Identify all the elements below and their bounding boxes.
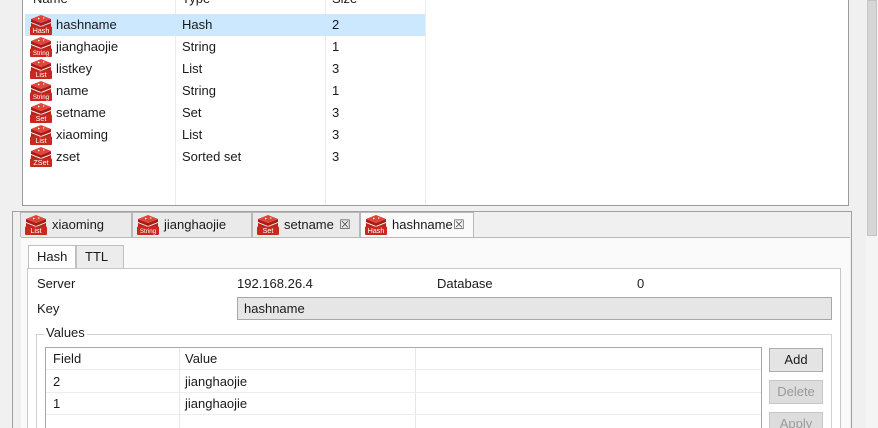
key-list-table: Name Type Size Hash hashname Hash 2 String ji… (22, 0, 849, 206)
editor-tab-label: hashname (392, 217, 453, 232)
delete-button[interactable]: Delete (769, 380, 823, 404)
svg-text:String: String (140, 228, 157, 235)
key-name: hashname (56, 17, 117, 32)
redis-hash-icon: Hash (364, 214, 388, 236)
key-size: 3 (332, 127, 340, 142)
redis-list-icon: List (24, 214, 48, 236)
values-group-label: Values (44, 325, 87, 340)
editor-tab-xiaoming[interactable]: List xiaoming (20, 212, 132, 237)
tab-ttl[interactable]: TTL (76, 245, 124, 269)
redis-string-icon: String (29, 36, 53, 58)
redis-list-icon: List (29, 58, 53, 80)
key-type: Set (182, 105, 202, 120)
column-header-name[interactable]: Name (33, 0, 68, 9)
svg-text:String: String (33, 94, 50, 101)
key-name: name (56, 83, 89, 98)
values-table-row[interactable]: 2 jianghaojie (46, 371, 761, 393)
column-header-field[interactable]: Field (53, 351, 81, 367)
key-name: listkey (56, 61, 93, 76)
close-tab-icon[interactable]: ☒ (339, 217, 351, 233)
values-table: Field Value 2 jianghaojie 1 jianghaojie (45, 347, 762, 428)
redis-hash-icon: Hash (29, 14, 53, 36)
svg-text:Hash: Hash (368, 226, 385, 235)
key-list-row[interactable]: String jianghaojie String 1 (25, 36, 425, 58)
column-header-value[interactable]: Value (185, 351, 217, 367)
key-name: setname (56, 105, 106, 120)
key-name-field[interactable]: hashname (237, 297, 832, 320)
value-cell: jianghaojie (185, 374, 248, 389)
key-name: xiaoming (56, 127, 109, 142)
redis-zset-icon: ZSet (29, 146, 53, 168)
svg-text:Set: Set (36, 114, 47, 123)
redis-string-icon: String (29, 80, 53, 102)
editor-tab-hashname[interactable]: Hash hashname ☒ (360, 212, 474, 238)
key-size: 1 (332, 83, 340, 98)
key-name: zset (56, 149, 80, 164)
key-list-row[interactable]: Set setname Set 3 (25, 102, 425, 124)
key-list-row[interactable]: List listkey List 3 (25, 58, 425, 80)
key-name: jianghaojie (56, 39, 119, 54)
key-size: 3 (332, 105, 340, 120)
database-label: Database (437, 276, 493, 291)
key-label: Key (37, 301, 60, 316)
add-button[interactable]: Add (769, 348, 823, 372)
svg-text:Set: Set (263, 226, 274, 235)
editor-tab-jianghaojie[interactable]: String jianghaojie (132, 212, 252, 237)
values-table-header: Field Value (46, 348, 761, 370)
key-type: Sorted set (182, 149, 242, 164)
editor-tab-label: xiaoming (52, 217, 105, 232)
key-type: Hash (182, 17, 213, 32)
value-cell: jianghaojie (185, 396, 248, 411)
key-list-row[interactable]: ZSet zset Sorted set 3 (25, 146, 425, 168)
editor-tab-setname[interactable]: Set setname ☒ (252, 212, 360, 237)
svg-text:List: List (35, 136, 46, 145)
key-size: 1 (332, 39, 340, 54)
editor-tab-label: jianghaojie (164, 217, 227, 232)
key-list-row[interactable]: String name String 1 (25, 80, 425, 102)
field-cell: 2 (53, 374, 61, 389)
key-list-row[interactable]: List xiaoming List 3 (25, 124, 425, 146)
svg-text:List: List (30, 226, 41, 235)
values-table-row[interactable]: 1 jianghaojie (46, 393, 761, 415)
editor-tab-label: setname (284, 217, 334, 232)
column-header-size[interactable]: Size (332, 0, 357, 9)
key-type: String (182, 39, 216, 54)
key-size: 3 (332, 61, 340, 76)
svg-text:Hash: Hash (33, 26, 50, 35)
column-divider (425, 0, 426, 205)
redis-set-icon: Set (29, 102, 53, 124)
svg-text:List: List (35, 70, 46, 79)
svg-text:ZSet: ZSet (33, 158, 48, 167)
scrollbar-thumb[interactable] (867, 0, 877, 236)
key-type: List (182, 127, 203, 142)
redis-set-icon: Set (256, 214, 280, 236)
apply-button[interactable]: Apply (769, 412, 823, 428)
redis-string-icon: String (136, 214, 160, 236)
key-type: List (182, 61, 203, 76)
database-value: 0 (637, 276, 645, 291)
redis-list-icon: List (29, 124, 53, 146)
window-scrollbar[interactable] (866, 0, 878, 428)
key-size: 3 (332, 149, 340, 164)
svg-text:String: String (33, 50, 50, 57)
key-type: String (182, 83, 216, 98)
tab-hash[interactable]: Hash (28, 245, 76, 270)
field-cell: 1 (53, 396, 61, 411)
column-header-type[interactable]: Type (182, 0, 210, 9)
server-label: Server (37, 276, 76, 291)
key-size: 2 (332, 17, 340, 32)
close-tab-icon[interactable]: ☒ (453, 217, 465, 233)
server-value: 192.168.26.4 (237, 276, 313, 291)
key-list-row[interactable]: Hash hashname Hash 2 (25, 14, 425, 36)
